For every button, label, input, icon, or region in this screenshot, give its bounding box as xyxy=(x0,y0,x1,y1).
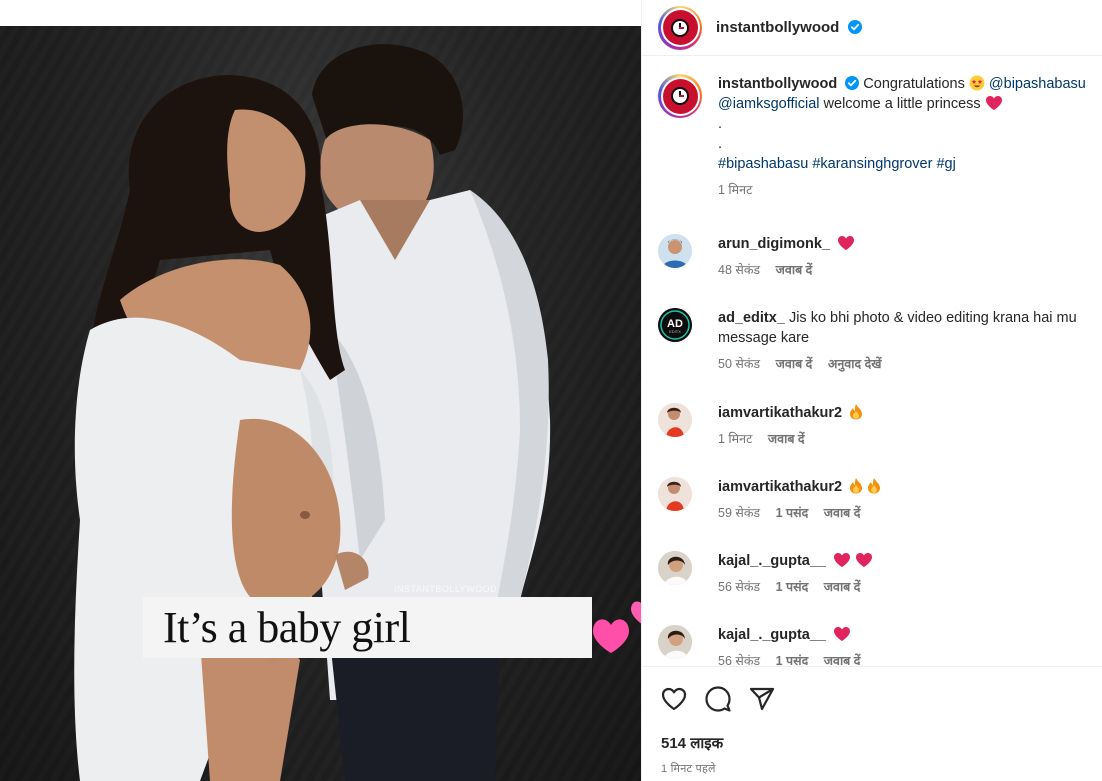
comment-text: Jis ko bhi photo & video editing krana h… xyxy=(788,310,1077,326)
comment-time[interactable]: 56 सेकंड xyxy=(718,580,760,594)
caption-username[interactable]: instantbollywood xyxy=(718,76,837,92)
photo-watermark: INSTANTBOLLYWOOD xyxy=(394,584,498,594)
comment-avatar[interactable] xyxy=(658,625,692,659)
reply-button[interactable]: जवाब दें xyxy=(776,357,813,371)
like-count[interactable]: 514 लाइक xyxy=(661,733,723,753)
heart-emoji-icon xyxy=(985,96,1002,110)
svg-text:EDITX: EDITX xyxy=(669,329,681,334)
comment-avatar[interactable]: AD EDITX xyxy=(658,308,692,342)
comment-username[interactable]: iamvartikathakur2 xyxy=(718,479,842,495)
heart-emoji-icon xyxy=(834,627,851,641)
post-media[interactable]: INSTANTBOLLYWOOD It’s a baby girl xyxy=(0,0,641,781)
star-struck-emoji-icon xyxy=(969,75,985,91)
comment-avatar[interactable] xyxy=(658,403,692,437)
brand-logo-icon xyxy=(662,10,698,45)
post-timestamp[interactable]: 1 मिनट पहले xyxy=(661,761,716,776)
post-photo[interactable]: INSTANTBOLLYWOOD It’s a baby girl xyxy=(0,26,641,781)
comment-likes[interactable]: 1 पसंद xyxy=(776,506,809,520)
comment-time[interactable]: 1 मिनट xyxy=(718,432,752,446)
verified-badge-icon xyxy=(845,76,860,90)
caption-text: Congratulations xyxy=(863,76,965,92)
fire-emoji-icon xyxy=(850,478,863,494)
media-top-strip xyxy=(0,0,641,26)
header-avatar[interactable] xyxy=(658,5,702,50)
comment-username[interactable]: arun_digimonk_ xyxy=(718,236,830,252)
comment-username[interactable]: iamvartikathakur2 xyxy=(718,405,842,421)
banner-text: It’s a baby girl xyxy=(163,603,411,652)
verified-badge-icon xyxy=(847,20,862,34)
comment-username[interactable]: ad_editx_ xyxy=(718,310,785,326)
caption-hashtags[interactable]: #bipashabasu #karansinghgrover #gj xyxy=(718,154,1102,174)
comment-time[interactable]: 48 सेकंड xyxy=(718,263,760,277)
caption-dot: . xyxy=(718,136,723,152)
post-actions: 514 लाइक 1 मिनट पहले xyxy=(642,666,1102,781)
caption-dot: . xyxy=(718,116,723,132)
couple-illustration xyxy=(74,44,551,781)
post-side-panel: instantbollywood instantbollywood Congra… xyxy=(641,0,1102,781)
comments-feed[interactable]: instantbollywood Congratulations @bipash… xyxy=(642,57,1102,665)
comment-text-continued: message kare xyxy=(718,330,810,346)
fire-emoji-icon xyxy=(850,404,863,420)
header-username-text[interactable]: instantbollywood xyxy=(716,19,839,36)
caption-avatar[interactable] xyxy=(658,74,702,118)
comment-time[interactable]: 50 सेकंड xyxy=(718,357,760,371)
brand-logo-icon xyxy=(662,78,698,114)
see-translation-button[interactable]: अनुवाद देखें xyxy=(828,357,882,371)
reply-button[interactable]: जवाब दें xyxy=(824,580,861,594)
caption-body: instantbollywood Congratulations @bipash… xyxy=(718,74,1102,200)
paper-plane-icon[interactable] xyxy=(748,685,776,713)
reply-button[interactable]: जवाब दें xyxy=(768,432,805,446)
comment-likes[interactable]: 1 पसंद xyxy=(776,654,809,665)
comment-username[interactable]: kajal_._gupta__ xyxy=(718,627,826,643)
comment-time[interactable]: 56 सेकंड xyxy=(718,654,760,665)
comment-likes[interactable]: 1 पसंद xyxy=(776,580,809,594)
caption-text: welcome a little princess xyxy=(823,96,981,112)
caption-time[interactable]: 1 मिनट xyxy=(718,183,752,197)
heart-emoji-icon xyxy=(838,236,855,250)
heart-emoji-icon xyxy=(834,553,851,567)
reply-button[interactable]: जवाब दें xyxy=(824,506,861,520)
baby-girl-banner: It’s a baby girl xyxy=(143,597,641,658)
header-username[interactable]: instantbollywood xyxy=(716,19,862,36)
comment-avatar[interactable] xyxy=(658,477,692,511)
post-header: instantbollywood xyxy=(642,0,1102,56)
comment-username[interactable]: kajal_._gupta__ xyxy=(718,553,826,569)
action-icons xyxy=(660,685,776,713)
comment-bubble-icon[interactable] xyxy=(704,685,732,713)
fire-emoji-icon xyxy=(868,478,881,494)
comment-avatar[interactable] xyxy=(658,551,692,585)
comment-avatar[interactable] xyxy=(658,234,692,268)
reply-button[interactable]: जवाब दें xyxy=(776,263,813,277)
mention-link[interactable]: @iamksgofficial xyxy=(718,96,820,112)
heart-outline-icon[interactable] xyxy=(660,685,688,713)
reply-button[interactable]: जवाब दें xyxy=(824,654,861,665)
mention-link[interactable]: @bipashabasu xyxy=(989,76,1086,92)
heart-emoji-icon xyxy=(856,553,873,567)
comment-time[interactable]: 59 सेकंड xyxy=(718,506,760,520)
